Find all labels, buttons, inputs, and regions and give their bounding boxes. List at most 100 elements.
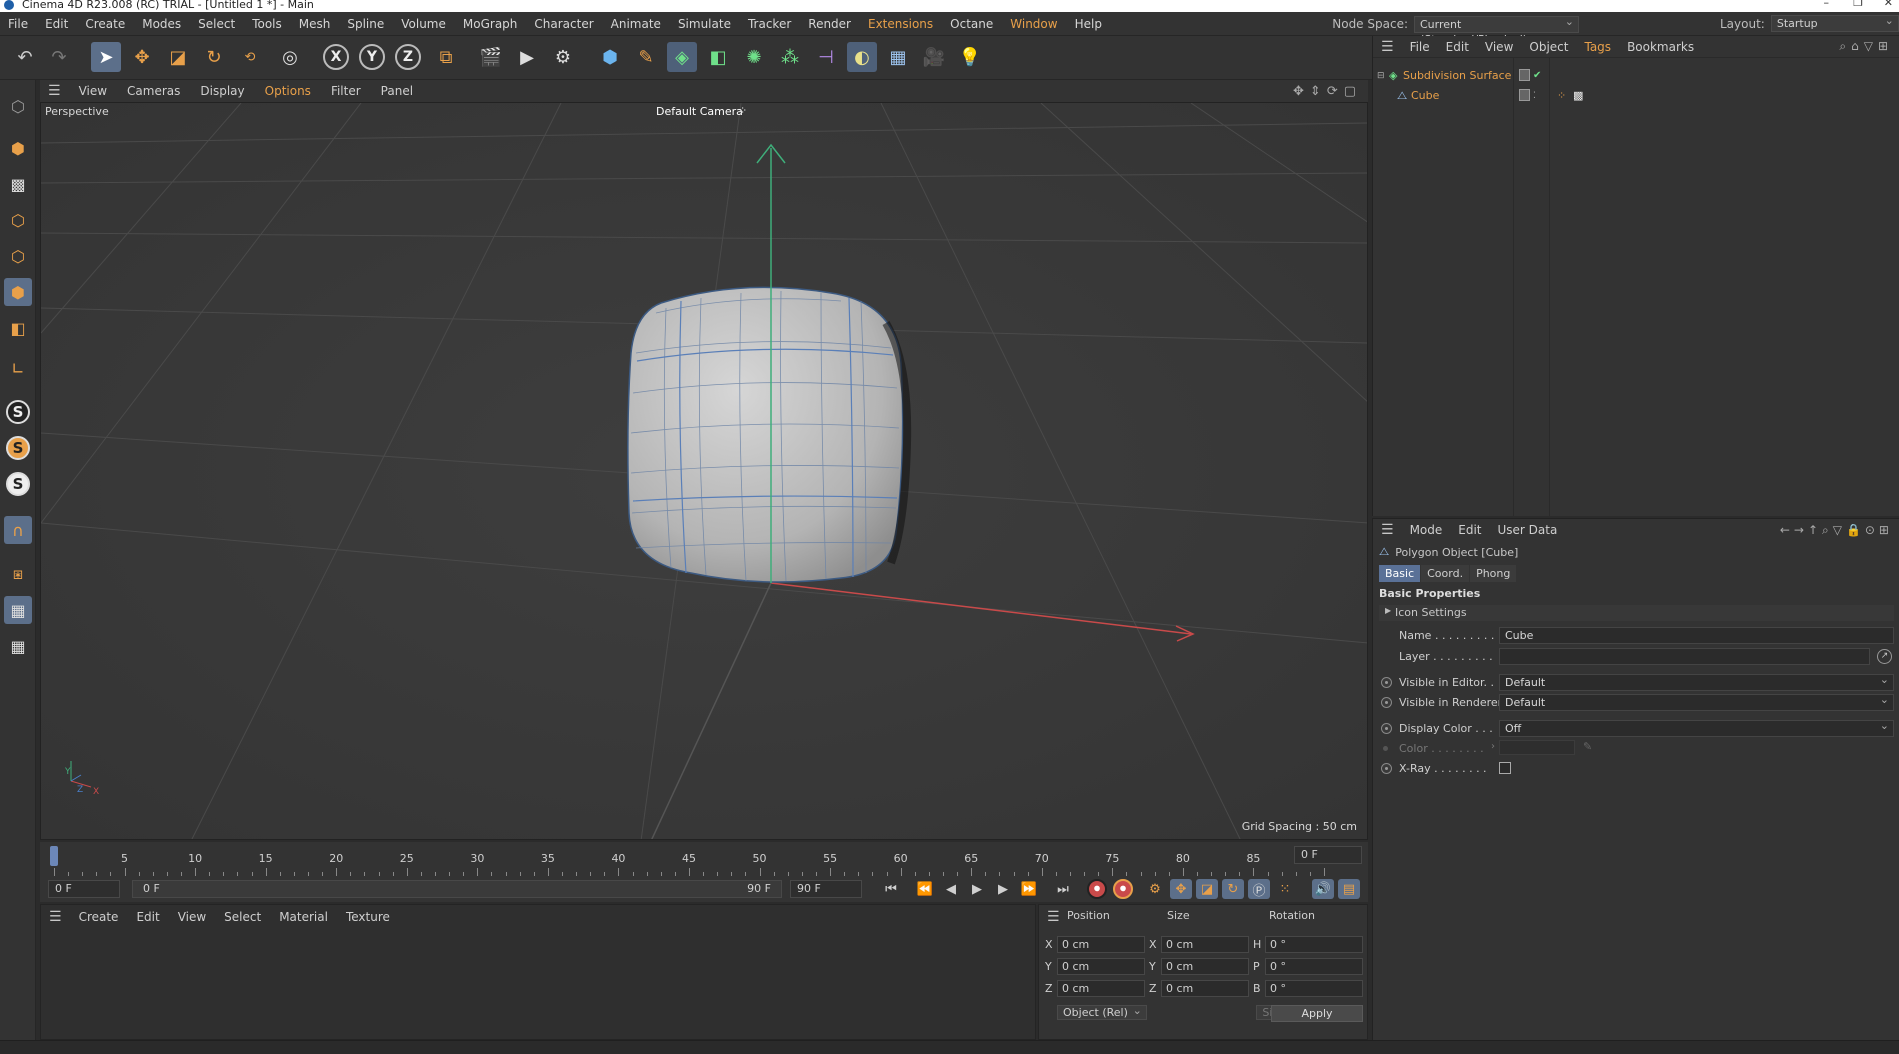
menu-render[interactable]: Render [800,12,860,36]
node-space-dropdown[interactable]: Current (Standard/Physical) [1414,14,1579,46]
objects-menu-object[interactable]: Object [1521,36,1576,58]
material-menu-select[interactable]: Select [215,905,270,929]
snap-s-icon[interactable]: S [4,398,32,426]
display-color-anim-icon[interactable] [1381,723,1392,734]
timeline-window-icon[interactable]: ▤ [1338,879,1360,899]
material-menu-texture[interactable]: Texture [337,905,399,929]
collapse-toggle-icon[interactable]: ⊟ [1377,67,1385,85]
tab-coord[interactable]: Coord. [1421,565,1470,582]
field-icon[interactable]: ◐ [847,42,877,72]
autokey-icon[interactable]: ⏺ [1112,879,1134,899]
menu-create[interactable]: Create [77,12,134,36]
select-cursor-icon[interactable]: ➤ [91,42,121,72]
object-name-cube[interactable]: Cube [1411,87,1439,105]
polygons-mode-icon[interactable]: ⬢ [4,278,32,306]
size-y-field[interactable]: 0 cm [1161,958,1249,975]
make-editable-icon[interactable]: ⬡ [4,92,32,120]
key-parameter-icon[interactable]: Ⓟ [1248,879,1270,899]
object-row-cube[interactable]: ⧍ Cube ⁚ ⁘ ▩ [1373,87,1899,105]
timeline-playhead[interactable] [50,846,58,866]
apply-button[interactable]: Apply [1271,1005,1363,1022]
model-mode-icon[interactable]: ⬢ [4,134,32,162]
menu-mograph[interactable]: MoGraph [455,12,527,36]
viewport-menu-cameras[interactable]: Cameras [117,80,190,102]
menu-extensions[interactable]: Extensions [860,12,942,36]
cube-layer-toggle-icon[interactable] [1519,89,1530,101]
attr-menu-mode[interactable]: Mode [1402,519,1451,541]
quantize-icon[interactable]: ▦ [4,632,32,660]
prop-visible-renderer-dropdown[interactable]: Default [1499,692,1894,711]
render-settings-icon[interactable]: ⚙ [548,42,578,72]
menu-file[interactable]: File [0,12,37,36]
keyframe-selection-icon[interactable]: ⚙ [1144,879,1166,899]
live-select-icon[interactable]: ◎ [275,42,305,72]
solo-s-orange-icon[interactable]: S [4,434,32,462]
viewport-camera-name[interactable]: Default Camera [656,105,743,118]
viewport-menu-view[interactable]: View [69,80,117,102]
attr-menu-user-data[interactable]: User Data [1490,519,1566,541]
prop-visible-editor-dropdown[interactable]: Default [1499,672,1894,691]
viewport-menu-options[interactable]: Options [255,80,321,102]
size-z-field[interactable]: 0 cm [1161,980,1249,997]
material-hamburger-icon[interactable]: ☰ [41,909,70,925]
cloner-icon[interactable]: ✺ [739,42,769,72]
rot-b-field[interactable]: 0 ° [1265,980,1363,997]
menu-tracker[interactable]: Tracker [740,12,800,36]
objects-menu-file[interactable]: File [1402,36,1438,58]
objects-menu-edit[interactable]: Edit [1438,36,1477,58]
color-expand-icon[interactable]: › [1491,741,1495,752]
z-axis-lock-icon[interactable]: Z [393,42,423,72]
redo-icon[interactable]: ↷ [44,42,74,72]
size-x-field[interactable]: 0 cm [1161,936,1249,953]
pos-x-field[interactable]: 0 cm [1057,936,1145,953]
menu-spline[interactable]: Spline [339,12,393,36]
attributes-hamburger-icon[interactable]: ☰ [1373,522,1402,538]
subdivision-surface-icon[interactable]: ◈ [667,42,697,72]
viewport-menu-display[interactable]: Display [190,80,254,102]
floor-environment-icon[interactable]: ▦ [883,42,913,72]
visible-renderer-anim-icon[interactable] [1381,697,1392,708]
camera-icon[interactable]: 🎥 [919,42,949,72]
tab-basic[interactable]: Basic [1379,565,1421,582]
rotate-icon[interactable]: ↻ [199,42,229,72]
pos-y-field[interactable]: 0 cm [1057,958,1145,975]
play-icon[interactable]: ▶ [966,879,988,899]
layer-toggle-icon[interactable] [1519,69,1530,81]
phong-tag-icon[interactable]: ⁘ [1557,87,1566,105]
undo-icon[interactable]: ↶ [10,42,40,72]
menu-mesh[interactable]: Mesh [291,12,340,36]
y-axis-lock-icon[interactable]: Y [357,42,387,72]
render-view-icon[interactable]: ▶ [512,42,542,72]
objects-hamburger-icon[interactable]: ☰ [1373,39,1402,55]
material-menu-material[interactable]: Material [270,905,337,929]
key-position-icon[interactable]: ✥ [1170,879,1192,899]
minimize-button[interactable]: – [1824,0,1830,8]
tab-phong[interactable]: Phong [1470,565,1517,582]
layer-link-icon[interactable]: ↗ [1877,649,1892,664]
menu-simulate[interactable]: Simulate [670,12,740,36]
icon-settings-group[interactable]: ▶ Icon Settings [1379,605,1894,621]
go-to-start-icon[interactable]: ⏮ [880,879,902,899]
current-frame-field[interactable]: 0 F [1294,846,1362,864]
attributes-toolbar-icons[interactable]: ←→↑⌕▽🔒⊙⊞ [1780,523,1893,538]
workplane-icon[interactable]: ∟ [4,354,32,382]
frame-range-slider[interactable]: 0 F 90 F [132,880,782,898]
menu-volume[interactable]: Volume [393,12,455,36]
psr-transform-icon[interactable]: ⟲ [235,42,265,72]
go-to-end-icon[interactable]: ⏭ [1052,879,1074,899]
light-icon[interactable]: 💡 [955,42,985,72]
points-mode-icon[interactable]: ⬡ [4,206,32,234]
material-menu-create[interactable]: Create [70,905,128,929]
solo-s-white-icon[interactable]: S [4,470,32,498]
menu-tools[interactable]: Tools [244,12,291,36]
rot-p-field[interactable]: 0 ° [1265,958,1363,975]
cube-primitive-icon[interactable]: ⬢ [595,42,625,72]
close-button[interactable]: ✕ [1884,0,1893,8]
extrude-generator-icon[interactable]: ◧ [703,42,733,72]
scale-icon[interactable]: ◪ [163,42,193,72]
menu-octane[interactable]: Octane [942,12,1002,36]
3d-viewport[interactable]: Perspective Default Camera ⁘ Y Z X Grid … [40,102,1368,840]
render-region-icon[interactable]: 🎬 [476,42,506,72]
uvw-tag-icon[interactable]: ▩ [1573,87,1583,105]
pen-spline-icon[interactable]: ✎ [631,42,661,72]
